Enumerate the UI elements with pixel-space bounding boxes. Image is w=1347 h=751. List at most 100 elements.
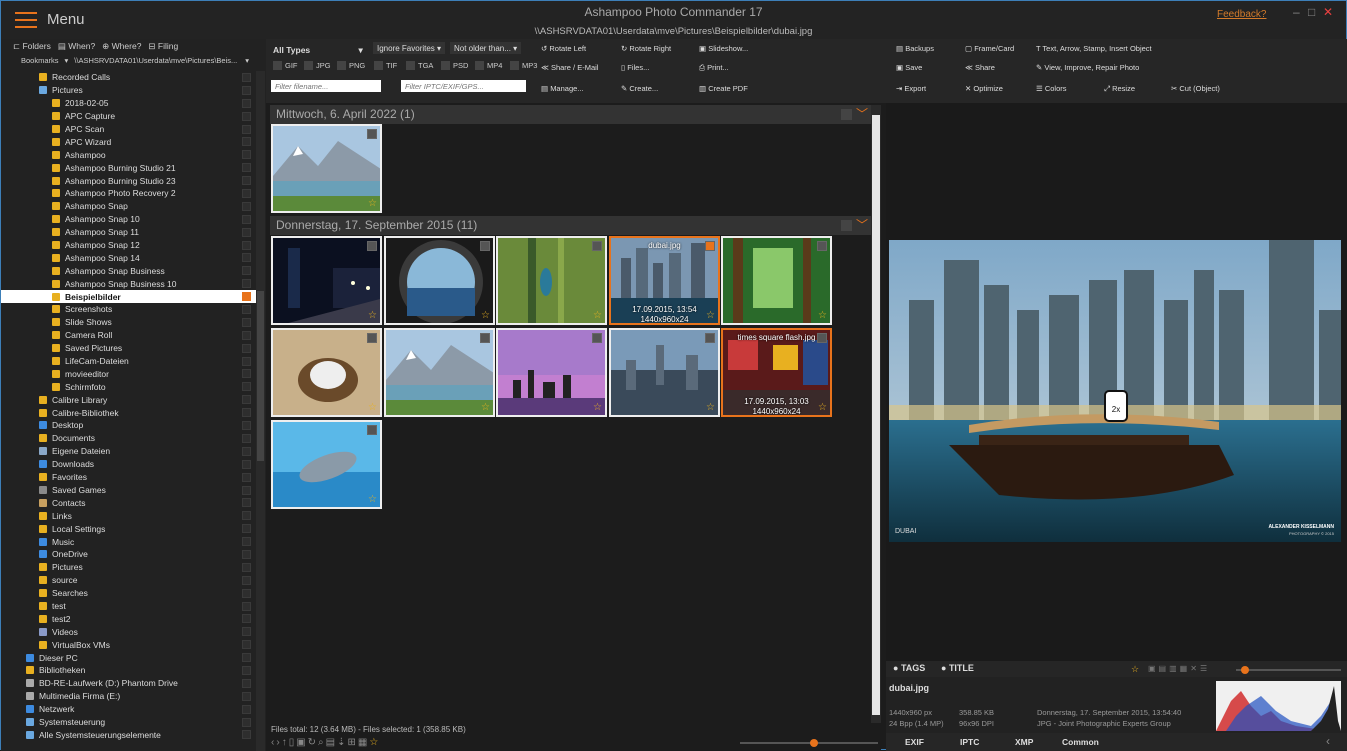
files-button[interactable]: ▯ Files...: [621, 63, 649, 72]
tree-item[interactable]: Documents: [1, 432, 256, 445]
folder-checkbox[interactable]: [242, 665, 251, 675]
folder-checkbox[interactable]: [242, 627, 251, 637]
grid-view-icon[interactable]: ⊞: [348, 737, 358, 748]
format-checkbox-psd[interactable]: PSD: [441, 61, 468, 70]
sort-icon[interactable]: ⇣: [337, 737, 347, 748]
star-filter-icon[interactable]: ☆: [369, 737, 380, 748]
manage-button[interactable]: ▤ Manage...: [541, 84, 584, 93]
backups-button[interactable]: ▤ Backups: [896, 44, 934, 53]
tab-filing[interactable]: ⊟ Filing: [148, 41, 178, 52]
folder-checkbox[interactable]: [242, 266, 251, 276]
folder-checkbox[interactable]: [242, 305, 251, 315]
thumbnail[interactable]: ☆: [271, 236, 382, 325]
thumbnail[interactable]: ☆: [271, 420, 382, 509]
tree-item[interactable]: test: [1, 600, 256, 613]
folder-checkbox[interactable]: [242, 137, 251, 147]
close-button[interactable]: ✕: [1323, 5, 1333, 19]
favorite-star-icon[interactable]: ☆: [593, 402, 602, 413]
date-group-header[interactable]: Mittwoch, 6. April 2022 (1) ﹀: [270, 105, 874, 124]
folder-checkbox[interactable]: [242, 369, 251, 379]
thumbnail[interactable]: ☆ times square flash.jpg 17.09.2015, 13:03…: [721, 328, 832, 417]
tree-item[interactable]: Recorded Calls: [1, 71, 256, 84]
folder-checkbox[interactable]: [242, 163, 251, 173]
rating-slider[interactable]: [1236, 666, 1341, 674]
metadata-filter-input[interactable]: [401, 80, 526, 92]
tree-item[interactable]: Ashampoo Snap: [1, 200, 256, 213]
thumbnail-checkbox[interactable]: [367, 129, 377, 139]
view-improve-button[interactable]: ✎ View, Improve, Repair Photo: [1036, 63, 1139, 72]
tree-item[interactable]: Favorites: [1, 471, 256, 484]
tree-item[interactable]: Music: [1, 535, 256, 548]
thumbnail[interactable]: ☆: [384, 328, 495, 417]
folder-checkbox[interactable]: [242, 253, 251, 263]
layout-icon[interactable]: ▦: [358, 737, 369, 748]
type-filter[interactable]: All Types ▾: [273, 45, 363, 56]
folder-checkbox[interactable]: [242, 562, 251, 572]
folder-checkbox[interactable]: [242, 421, 251, 431]
folder-checkbox[interactable]: [242, 472, 251, 482]
folder-checkbox[interactable]: [242, 240, 251, 250]
folder-checkbox[interactable]: [242, 98, 251, 108]
rotate-right-button[interactable]: ↻ Rotate Right: [621, 44, 671, 53]
folder-checkbox[interactable]: [242, 730, 251, 740]
folder-checkbox[interactable]: [242, 201, 251, 211]
tree-item[interactable]: Alle Systemsteuerungselemente: [1, 728, 256, 741]
tree-item[interactable]: Slide Shows: [1, 316, 256, 329]
folder-checkbox[interactable]: [242, 485, 251, 495]
tree-item[interactable]: Ashampoo Snap 14: [1, 251, 256, 264]
tree-item[interactable]: Ashampoo: [1, 148, 256, 161]
tab-xmp[interactable]: XMP: [1015, 737, 1033, 747]
copy-icon[interactable]: ▤: [326, 737, 337, 748]
group-select-checkbox[interactable]: [841, 109, 852, 120]
optimize-button[interactable]: ✕ Optimize: [965, 84, 1003, 93]
tab-title[interactable]: ● TITLE: [941, 663, 974, 673]
favorite-star-icon[interactable]: ☆: [706, 402, 715, 413]
tree-item[interactable]: Ashampoo Snap 11: [1, 226, 256, 239]
tree-item[interactable]: Ashampoo Snap 10: [1, 213, 256, 226]
tree-item[interactable]: APC Wizard: [1, 135, 256, 148]
tree-item[interactable]: Beispielbilder: [1, 290, 256, 304]
tab-exif[interactable]: EXIF: [905, 737, 924, 747]
folder-checkbox[interactable]: [242, 537, 251, 547]
tree-item[interactable]: Videos: [1, 625, 256, 638]
tree-item[interactable]: 2018-02-05: [1, 97, 256, 110]
folder-checkbox[interactable]: [242, 717, 251, 727]
folder-checkbox[interactable]: [242, 433, 251, 443]
thumbnail[interactable]: ☆: [721, 236, 832, 325]
tree-item[interactable]: Desktop: [1, 419, 256, 432]
tree-item[interactable]: VirtualBox VMs: [1, 638, 256, 651]
tree-item[interactable]: Searches: [1, 587, 256, 600]
tree-item[interactable]: Systemsteuerung: [1, 716, 256, 729]
cut-object-button[interactable]: ✂ Cut (Object): [1171, 84, 1220, 93]
folder-checkbox[interactable]: [242, 408, 251, 418]
favorite-star-icon[interactable]: ☆: [368, 402, 377, 413]
tree-item[interactable]: Ashampoo Snap Business 10: [1, 277, 256, 290]
grid-scrollbar[interactable]: [871, 105, 881, 723]
folder-checkbox[interactable]: [242, 150, 251, 160]
frame-card-button[interactable]: ▢ Frame/Card: [965, 44, 1014, 53]
tree-item[interactable]: BD-RE-Laufwerk (D:) Phantom Drive: [1, 677, 256, 690]
thumbnail-checkbox[interactable]: [705, 333, 715, 343]
thumbnail[interactable]: ☆: [609, 328, 720, 417]
filename-filter-input[interactable]: [271, 80, 381, 92]
favorites-filter[interactable]: Ignore Favorites ▾: [373, 42, 446, 54]
share-button[interactable]: ≪ Share: [965, 63, 995, 72]
tab-tags[interactable]: ● TAGS: [893, 663, 925, 673]
tree-item[interactable]: Ashampoo Snap 12: [1, 239, 256, 252]
favorite-star-icon[interactable]: ☆: [818, 310, 827, 321]
folder-checkbox[interactable]: [242, 575, 251, 585]
folder-checkbox[interactable]: [242, 111, 251, 121]
age-filter[interactable]: Not older than... ▾: [450, 42, 522, 54]
tree-item[interactable]: Eigene Dateien: [1, 445, 256, 458]
collapse-icon[interactable]: ‹: [1326, 734, 1330, 748]
folder-checkbox[interactable]: [242, 446, 251, 456]
maximize-button[interactable]: □: [1308, 5, 1315, 19]
tree-item[interactable]: Pictures: [1, 84, 256, 97]
folder-checkbox[interactable]: [242, 678, 251, 688]
folder-checkbox[interactable]: [242, 498, 251, 508]
thumbnail-checkbox[interactable]: [367, 425, 377, 435]
tree-item[interactable]: Ashampoo Photo Recovery 2: [1, 187, 256, 200]
tree-item[interactable]: Ashampoo Snap Business: [1, 264, 256, 277]
folder-checkbox[interactable]: [242, 704, 251, 714]
tree-item[interactable]: Saved Pictures: [1, 342, 256, 355]
